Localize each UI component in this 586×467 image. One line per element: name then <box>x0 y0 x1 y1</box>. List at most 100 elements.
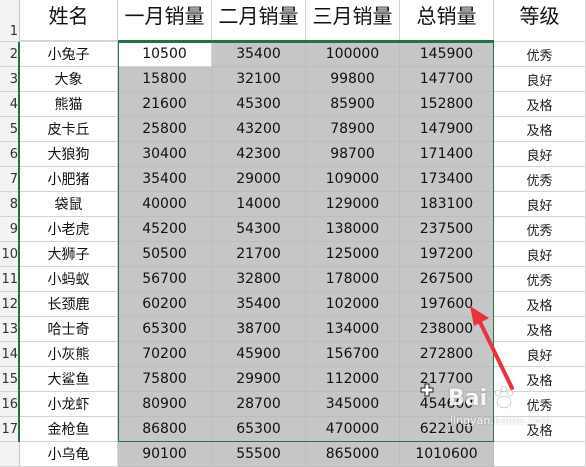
cell-feb-sales[interactable]: 29900 <box>212 367 306 392</box>
row-number[interactable]: 11 <box>0 267 20 292</box>
cell-jan-sales[interactable]: 80900 <box>118 392 212 417</box>
cell-total-sales[interactable]: 217700 <box>400 367 494 392</box>
row-number[interactable]: 3 <box>0 67 20 92</box>
cell-jan-sales[interactable]: 25800 <box>118 117 212 142</box>
cell-total-sales[interactable]: 147700 <box>400 67 494 92</box>
cell-mar-sales[interactable]: 112000 <box>306 367 400 392</box>
header-total-sales[interactable]: 总销量 <box>400 0 494 42</box>
cell-mar-sales[interactable]: 138000 <box>306 217 400 242</box>
cell-name[interactable]: 大狼狗 <box>20 142 118 167</box>
cell-grade[interactable]: 良好 <box>494 67 586 92</box>
row-number[interactable]: 14 <box>0 342 20 367</box>
cell-jan-sales[interactable]: 65300 <box>118 317 212 342</box>
cell-total-sales[interactable]: 171400 <box>400 142 494 167</box>
cell-name[interactable]: 熊猫 <box>20 92 118 117</box>
cell-grade[interactable]: 良好 <box>494 142 586 167</box>
cell-feb-sales[interactable]: 35400 <box>212 42 306 67</box>
row-number[interactable]: 6 <box>0 142 20 167</box>
cell-mar-sales[interactable]: 98700 <box>306 142 400 167</box>
cell-mar-sales[interactable]: 99800 <box>306 67 400 92</box>
cell-jan-sales[interactable]: 70200 <box>118 342 212 367</box>
cell-total-sales[interactable]: 272800 <box>400 342 494 367</box>
cell-jan-sales[interactable]: 40000 <box>118 192 212 217</box>
cell-name[interactable]: 袋鼠 <box>20 192 118 217</box>
row-number[interactable]: 16 <box>0 392 20 417</box>
cell-total-sales[interactable]: 238000 <box>400 317 494 342</box>
cell-grade[interactable]: 良好 <box>494 342 586 367</box>
cell-jan-sales[interactable]: 35400 <box>118 167 212 192</box>
cell-jan-sales[interactable]: 21600 <box>118 92 212 117</box>
cell-total-sales[interactable]: 152800 <box>400 92 494 117</box>
cell-mar-sales[interactable]: 134000 <box>306 317 400 342</box>
cell-jan-sales[interactable]: 15800 <box>118 67 212 92</box>
cell-mar-sales[interactable]: 865000 <box>306 442 400 467</box>
cell-mar-sales[interactable]: 78900 <box>306 117 400 142</box>
row-number[interactable]: 5 <box>0 117 20 142</box>
cell-feb-sales[interactable]: 21700 <box>212 242 306 267</box>
row-number[interactable] <box>0 442 20 467</box>
cell-grade[interactable]: 及格 <box>494 92 586 117</box>
cell-name[interactable]: 金枪鱼 <box>20 417 118 442</box>
header-grade[interactable]: 等级 <box>494 0 586 42</box>
header-name[interactable]: 姓名 <box>20 0 118 42</box>
cell-total-sales[interactable]: 183100 <box>400 192 494 217</box>
cell-mar-sales[interactable]: 178000 <box>306 267 400 292</box>
cell-name[interactable]: 大狮子 <box>20 242 118 267</box>
cell-mar-sales[interactable]: 345000 <box>306 392 400 417</box>
row-number[interactable]: 8 <box>0 192 20 217</box>
cell-total-sales[interactable]: 454600 <box>400 392 494 417</box>
cell-grade[interactable]: 良好 <box>494 192 586 217</box>
cell-jan-sales[interactable]: 56700 <box>118 267 212 292</box>
cell-grade[interactable]: 优秀 <box>494 42 586 67</box>
cell-name[interactable]: 长颈鹿 <box>20 292 118 317</box>
cell-grade[interactable]: 及格 <box>494 367 586 392</box>
row-number[interactable]: 1 <box>0 0 20 42</box>
row-number[interactable]: 10 <box>0 242 20 267</box>
cell-mar-sales[interactable]: 156700 <box>306 342 400 367</box>
cell-jan-sales[interactable]: 86800 <box>118 417 212 442</box>
cell-feb-sales[interactable]: 42300 <box>212 142 306 167</box>
cell-name[interactable]: 大象 <box>20 67 118 92</box>
cell-name[interactable]: 皮卡丘 <box>20 117 118 142</box>
cell-name[interactable]: 小蚂蚁 <box>20 267 118 292</box>
row-number[interactable]: 2 <box>0 42 20 67</box>
cell-total-sales[interactable]: 622100 <box>400 417 494 442</box>
cell-feb-sales[interactable]: 29000 <box>212 167 306 192</box>
cell-feb-sales[interactable]: 54300 <box>212 217 306 242</box>
cell-feb-sales[interactable]: 32800 <box>212 267 306 292</box>
cell-grade[interactable]: 优秀 <box>494 267 586 292</box>
row-number[interactable]: 17 <box>0 417 20 442</box>
cell-jan-sales[interactable]: 90100 <box>118 442 212 467</box>
cell-grade[interactable]: 优秀 <box>494 167 586 192</box>
cell-feb-sales[interactable]: 55500 <box>212 442 306 467</box>
cell-grade[interactable] <box>494 442 586 467</box>
cell-feb-sales[interactable]: 28700 <box>212 392 306 417</box>
cell-total-sales[interactable]: 145900 <box>400 42 494 67</box>
cell-feb-sales[interactable]: 45300 <box>212 92 306 117</box>
cell-jan-sales[interactable]: 10500 <box>118 42 212 67</box>
row-number[interactable]: 13 <box>0 317 20 342</box>
cell-total-sales[interactable]: 1010600 <box>400 442 494 467</box>
cell-name[interactable]: 大鲨鱼 <box>20 367 118 392</box>
row-number[interactable]: 9 <box>0 217 20 242</box>
cell-grade[interactable]: 及格 <box>494 417 586 442</box>
cell-mar-sales[interactable]: 470000 <box>306 417 400 442</box>
cell-feb-sales[interactable]: 45900 <box>212 342 306 367</box>
cell-total-sales[interactable]: 237500 <box>400 217 494 242</box>
cell-total-sales[interactable]: 197600 <box>400 292 494 317</box>
cell-jan-sales[interactable]: 50500 <box>118 242 212 267</box>
cell-feb-sales[interactable]: 38700 <box>212 317 306 342</box>
cell-total-sales[interactable]: 147900 <box>400 117 494 142</box>
cell-grade[interactable]: 及格 <box>494 317 586 342</box>
cell-jan-sales[interactable]: 30400 <box>118 142 212 167</box>
cell-name[interactable]: 小龙虾 <box>20 392 118 417</box>
cell-feb-sales[interactable]: 65300 <box>212 417 306 442</box>
header-mar-sales[interactable]: 三月销量 <box>306 0 400 42</box>
row-number[interactable]: 15 <box>0 367 20 392</box>
cell-feb-sales[interactable]: 14000 <box>212 192 306 217</box>
cell-name[interactable]: 小灰熊 <box>20 342 118 367</box>
spreadsheet-grid[interactable]: 1 姓名 一月销量 二月销量 三月销量 总销量 等级 2 小兔子 10500 3540… <box>0 0 586 467</box>
cell-total-sales[interactable]: 197200 <box>400 242 494 267</box>
cell-grade[interactable]: 优秀 <box>494 392 586 417</box>
cell-mar-sales[interactable]: 109000 <box>306 167 400 192</box>
